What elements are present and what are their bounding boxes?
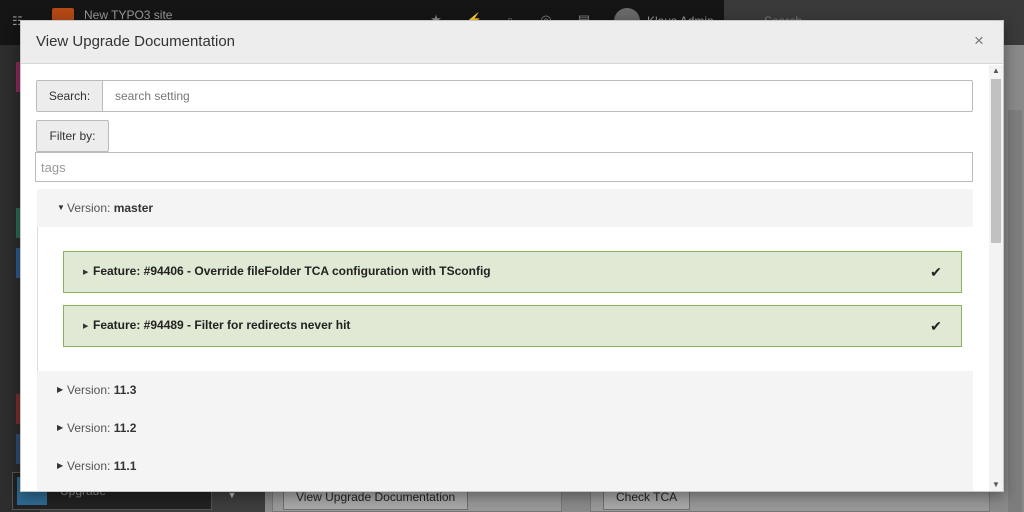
caret-down-icon: ▼ bbox=[57, 203, 65, 212]
caret-right-icon: ▶ bbox=[83, 269, 89, 276]
filter-label[interactable]: Filter by: bbox=[36, 120, 109, 152]
scroll-down-icon[interactable]: ▼ bbox=[989, 479, 1003, 491]
feature-title: Feature: #94406 - Override fileFolder TC… bbox=[93, 264, 491, 278]
version-group-master: ▼ Version: master ▶ Feature: #94406 - Ov… bbox=[37, 189, 973, 371]
search-input[interactable] bbox=[102, 80, 973, 112]
version-header-11-2[interactable]: ▶ Version: 11.2 bbox=[37, 409, 973, 447]
modal-scrollbar[interactable]: ▲ ▼ bbox=[989, 65, 1003, 491]
modal-title: View Upgrade Documentation bbox=[36, 33, 236, 50]
version-label: Version: 11.1 bbox=[67, 459, 137, 473]
version-header-11-1[interactable]: ▶ Version: 11.1 bbox=[37, 447, 973, 485]
version-header-11-3[interactable]: ▶ Version: 11.3 bbox=[37, 371, 973, 409]
feature-title: Feature: #94489 - Filter for redirects n… bbox=[93, 318, 351, 332]
modal-header: View Upgrade Documentation × bbox=[21, 21, 1003, 64]
scroll-up-icon[interactable]: ▲ bbox=[989, 65, 1003, 77]
tags-input[interactable] bbox=[35, 152, 973, 182]
version-label: Version: master bbox=[67, 201, 154, 215]
caret-right-icon: ▶ bbox=[57, 461, 64, 470]
search-label: Search: bbox=[36, 80, 103, 112]
caret-right-icon: ▶ bbox=[57, 423, 64, 432]
version-list: ▼ Version: master ▶ Feature: #94406 - Ov… bbox=[37, 189, 973, 491]
close-icon[interactable]: × bbox=[971, 31, 987, 51]
version-panel-master: ▶ Feature: #94406 - Override fileFolder … bbox=[37, 227, 973, 371]
version-header-master[interactable]: ▼ Version: master bbox=[37, 189, 973, 227]
modal-body: Search: Filter by: ▼ Version: master ▶ F… bbox=[21, 65, 989, 491]
check-icon: ✔ bbox=[930, 264, 942, 280]
version-label: Version: 11.2 bbox=[67, 421, 137, 435]
caret-right-icon: ▶ bbox=[83, 323, 89, 330]
version-label: Version: 11.3 bbox=[67, 383, 137, 397]
tree-scroll-down-icon[interactable]: ▼ bbox=[225, 490, 239, 510]
caret-right-icon: ▶ bbox=[57, 385, 64, 394]
feature-item[interactable]: ▶ Feature: #94489 - Filter for redirects… bbox=[63, 305, 962, 347]
feature-item[interactable]: ▶ Feature: #94406 - Override fileFolder … bbox=[63, 251, 962, 293]
content-scrollbar[interactable] bbox=[1008, 110, 1022, 512]
check-icon: ✔ bbox=[930, 318, 942, 334]
upgrade-docs-modal: View Upgrade Documentation × Search: Fil… bbox=[20, 20, 1004, 492]
scrollbar-thumb[interactable] bbox=[991, 79, 1001, 243]
